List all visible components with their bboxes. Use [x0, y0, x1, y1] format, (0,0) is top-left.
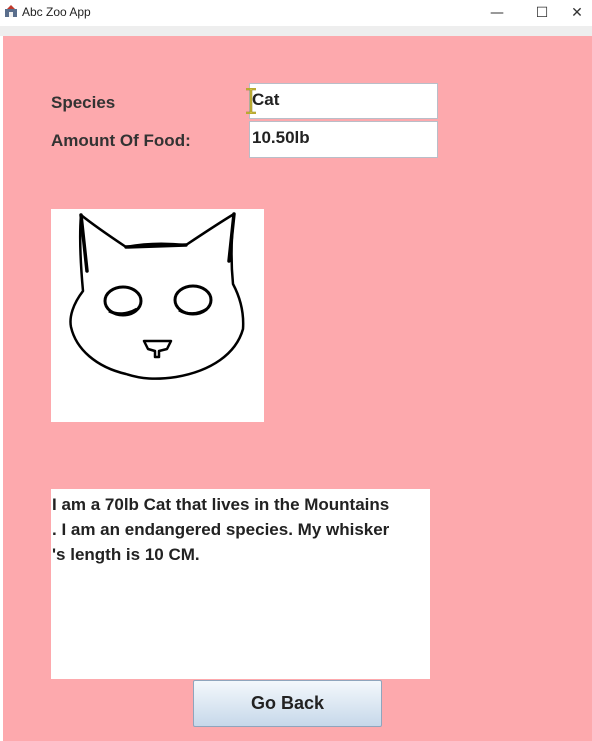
close-button[interactable]: ✕	[562, 0, 592, 26]
text-cursor-icon	[246, 88, 256, 114]
minimize-button[interactable]: —	[474, 0, 520, 26]
food-amount-field[interactable]: 10.50lb	[249, 121, 438, 158]
species-field[interactable]: Cat	[249, 83, 438, 119]
description-line: 's length is 10 CM.	[52, 545, 200, 564]
maximize-button[interactable]: ☐	[519, 0, 565, 26]
description-text-area[interactable]: I am a 70lb Cat that lives in the Mounta…	[51, 489, 430, 679]
description-line: I am a 70lb Cat that lives in the Mounta…	[52, 495, 390, 514]
food-amount-label: Amount Of Food:	[51, 131, 191, 150]
animal-image	[51, 209, 264, 422]
window-title: Abc Zoo App	[22, 5, 91, 19]
cat-face-icon	[69, 212, 245, 380]
frame-border	[0, 26, 592, 36]
java-app-icon	[5, 5, 17, 17]
description-line: . I am an endangered species. My whisker	[52, 520, 390, 539]
main-panel: Species Cat Amount Of Food: 10.50lb I am…	[3, 36, 592, 741]
go-back-button[interactable]: Go Back	[193, 680, 382, 727]
species-label: Species	[51, 93, 116, 112]
title-bar: Abc Zoo App — ☐ ✕	[0, 0, 592, 26]
